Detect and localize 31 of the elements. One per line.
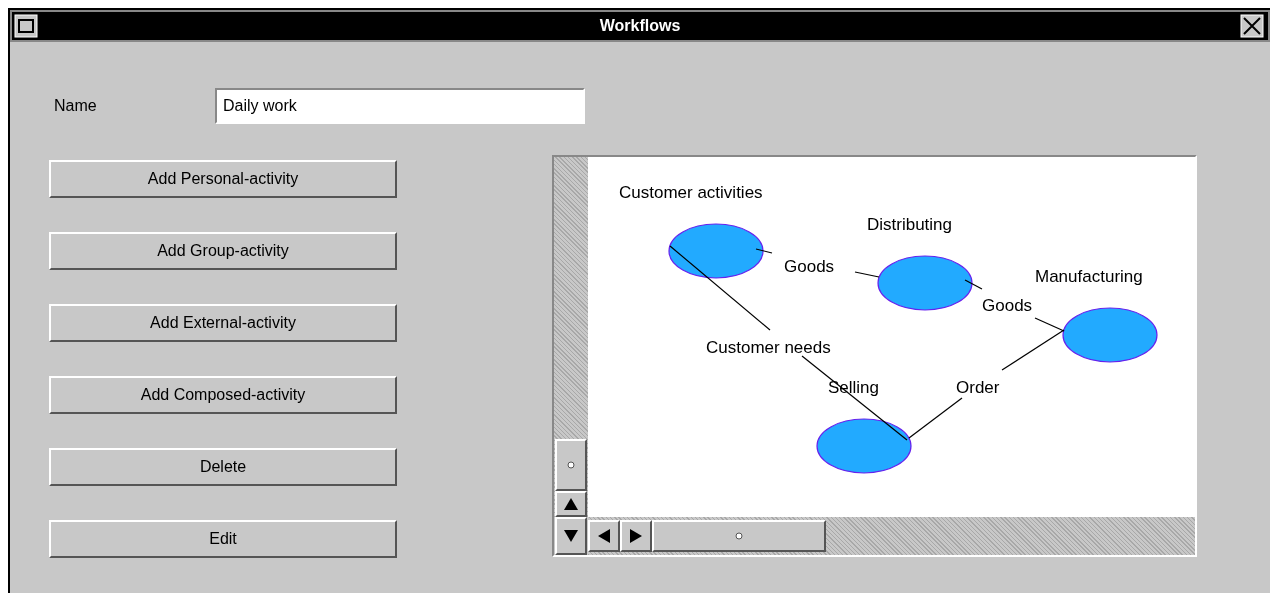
scroll-up-button[interactable] [555,491,587,517]
edge-label: Customer needs [706,338,831,357]
left-arrow-icon [598,529,610,543]
action-button[interactable]: Add External-activity [49,304,397,342]
edge-label: Goods [784,257,835,276]
down-arrow-icon [564,530,578,542]
node-label: Customer activities [619,183,763,202]
vertical-scrollbar[interactable] [554,157,588,517]
window-title: Workflows [599,16,681,36]
edge-label: Order [956,378,1000,397]
scroll-thumb[interactable] [555,439,587,491]
grip-icon [567,461,575,469]
scroll-down-button[interactable] [555,517,587,555]
name-field[interactable]: Daily work [215,88,585,124]
scroll-right-button[interactable] [620,520,652,552]
up-arrow-icon [564,498,578,510]
node-label: Manufacturing [1035,267,1143,286]
action-button[interactable]: Edit [49,520,397,558]
action-button[interactable]: Add Composed-activity [49,376,397,414]
action-button[interactable]: Add Group-activity [49,232,397,270]
node-label: Distributing [867,215,953,234]
right-arrow-icon [630,529,642,543]
name-label: Name [54,96,98,116]
edge-label: Goods [982,296,1033,315]
close-icon[interactable] [1240,14,1264,38]
action-button[interactable]: Delete [49,448,397,486]
grip-icon [735,532,743,540]
action-button[interactable]: Add Personal-activity [49,160,397,198]
scroll-left-button[interactable] [588,520,620,552]
scroll-thumb[interactable] [652,520,826,552]
window-menu-icon[interactable] [14,14,38,38]
